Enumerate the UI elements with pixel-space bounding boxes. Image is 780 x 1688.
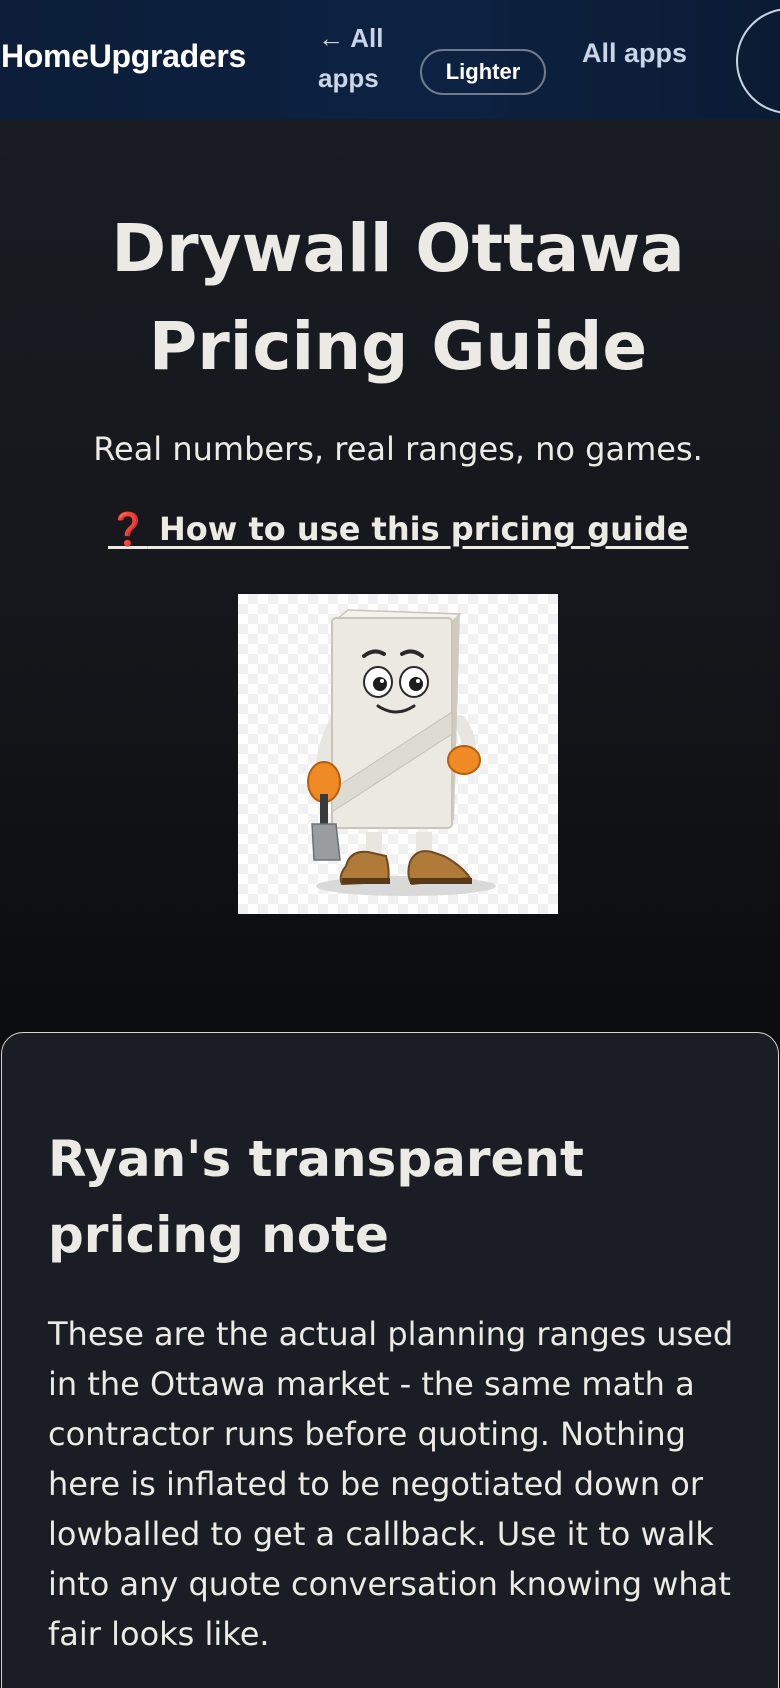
page-title: Drywall Ottawa Pricing Guide (111, 210, 685, 385)
back-to-all-apps-link[interactable]: ← All apps (318, 18, 408, 98)
pricing-note-card: Ryan's transparent pricing note These ar… (1, 1032, 779, 1688)
drywall-mascot-illustration (307, 609, 496, 896)
all-apps-link[interactable]: All apps (582, 38, 687, 69)
page-subtitle: Real numbers, real ranges, no games. (93, 430, 703, 468)
theme-toggle-button[interactable]: Lighter (420, 49, 546, 95)
pricing-guide-help-link[interactable]: ❓ How to use this pricing guide (108, 510, 688, 548)
brand-logo[interactable]: HomeUpgraders (1, 38, 246, 75)
drywall-mascot-image (238, 594, 558, 914)
top-navigation-bar: HomeUpgraders ← All apps Lighter All app… (0, 0, 780, 119)
account-button[interactable]: S I (736, 8, 780, 114)
pricing-note-body: These are the actual planning ranges use… (48, 1315, 734, 1653)
pricing-guide-help-label: How to use this pricing guide (158, 510, 689, 548)
question-icon: ❓ (108, 510, 148, 548)
pricing-note-title: Ryan's transparent pricing note (48, 1130, 584, 1264)
